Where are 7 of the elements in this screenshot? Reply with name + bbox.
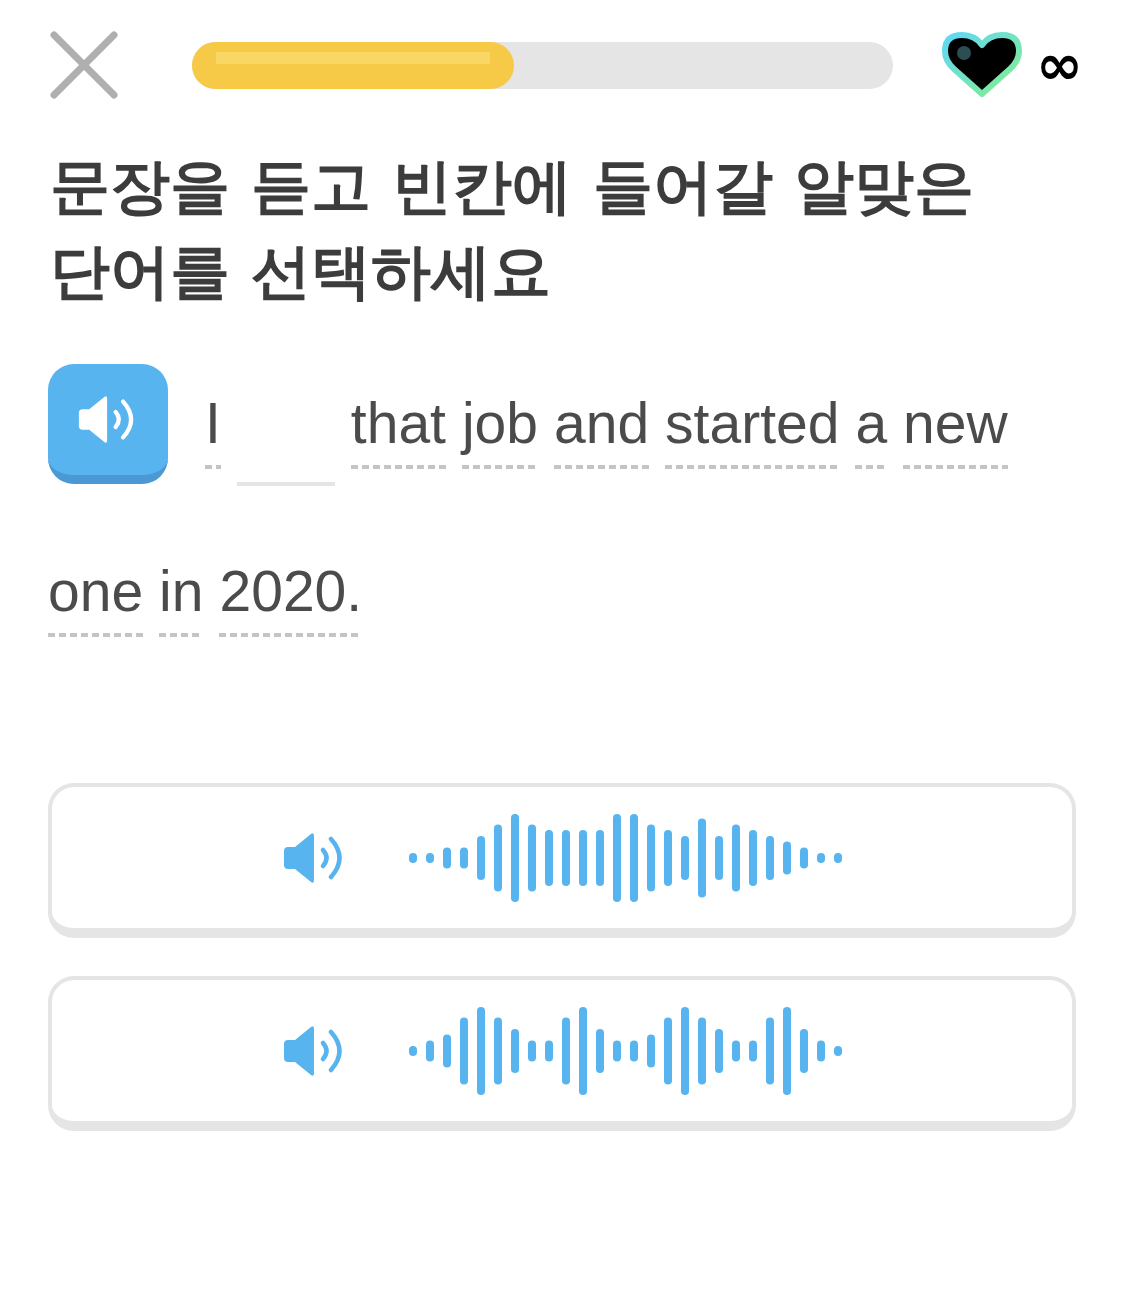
instruction-title: 문장을 듣고 빈칸에 들어갈 알맞은 단어를 선택하세요 [50,150,975,308]
play-audio-button[interactable] [48,364,168,484]
heart-icon [942,31,1022,99]
hearts-count: ∞ [1036,37,1083,93]
audio-option-button[interactable] [48,783,1076,938]
close-icon[interactable] [50,31,118,99]
audio-option-button[interactable] [48,976,1076,1131]
